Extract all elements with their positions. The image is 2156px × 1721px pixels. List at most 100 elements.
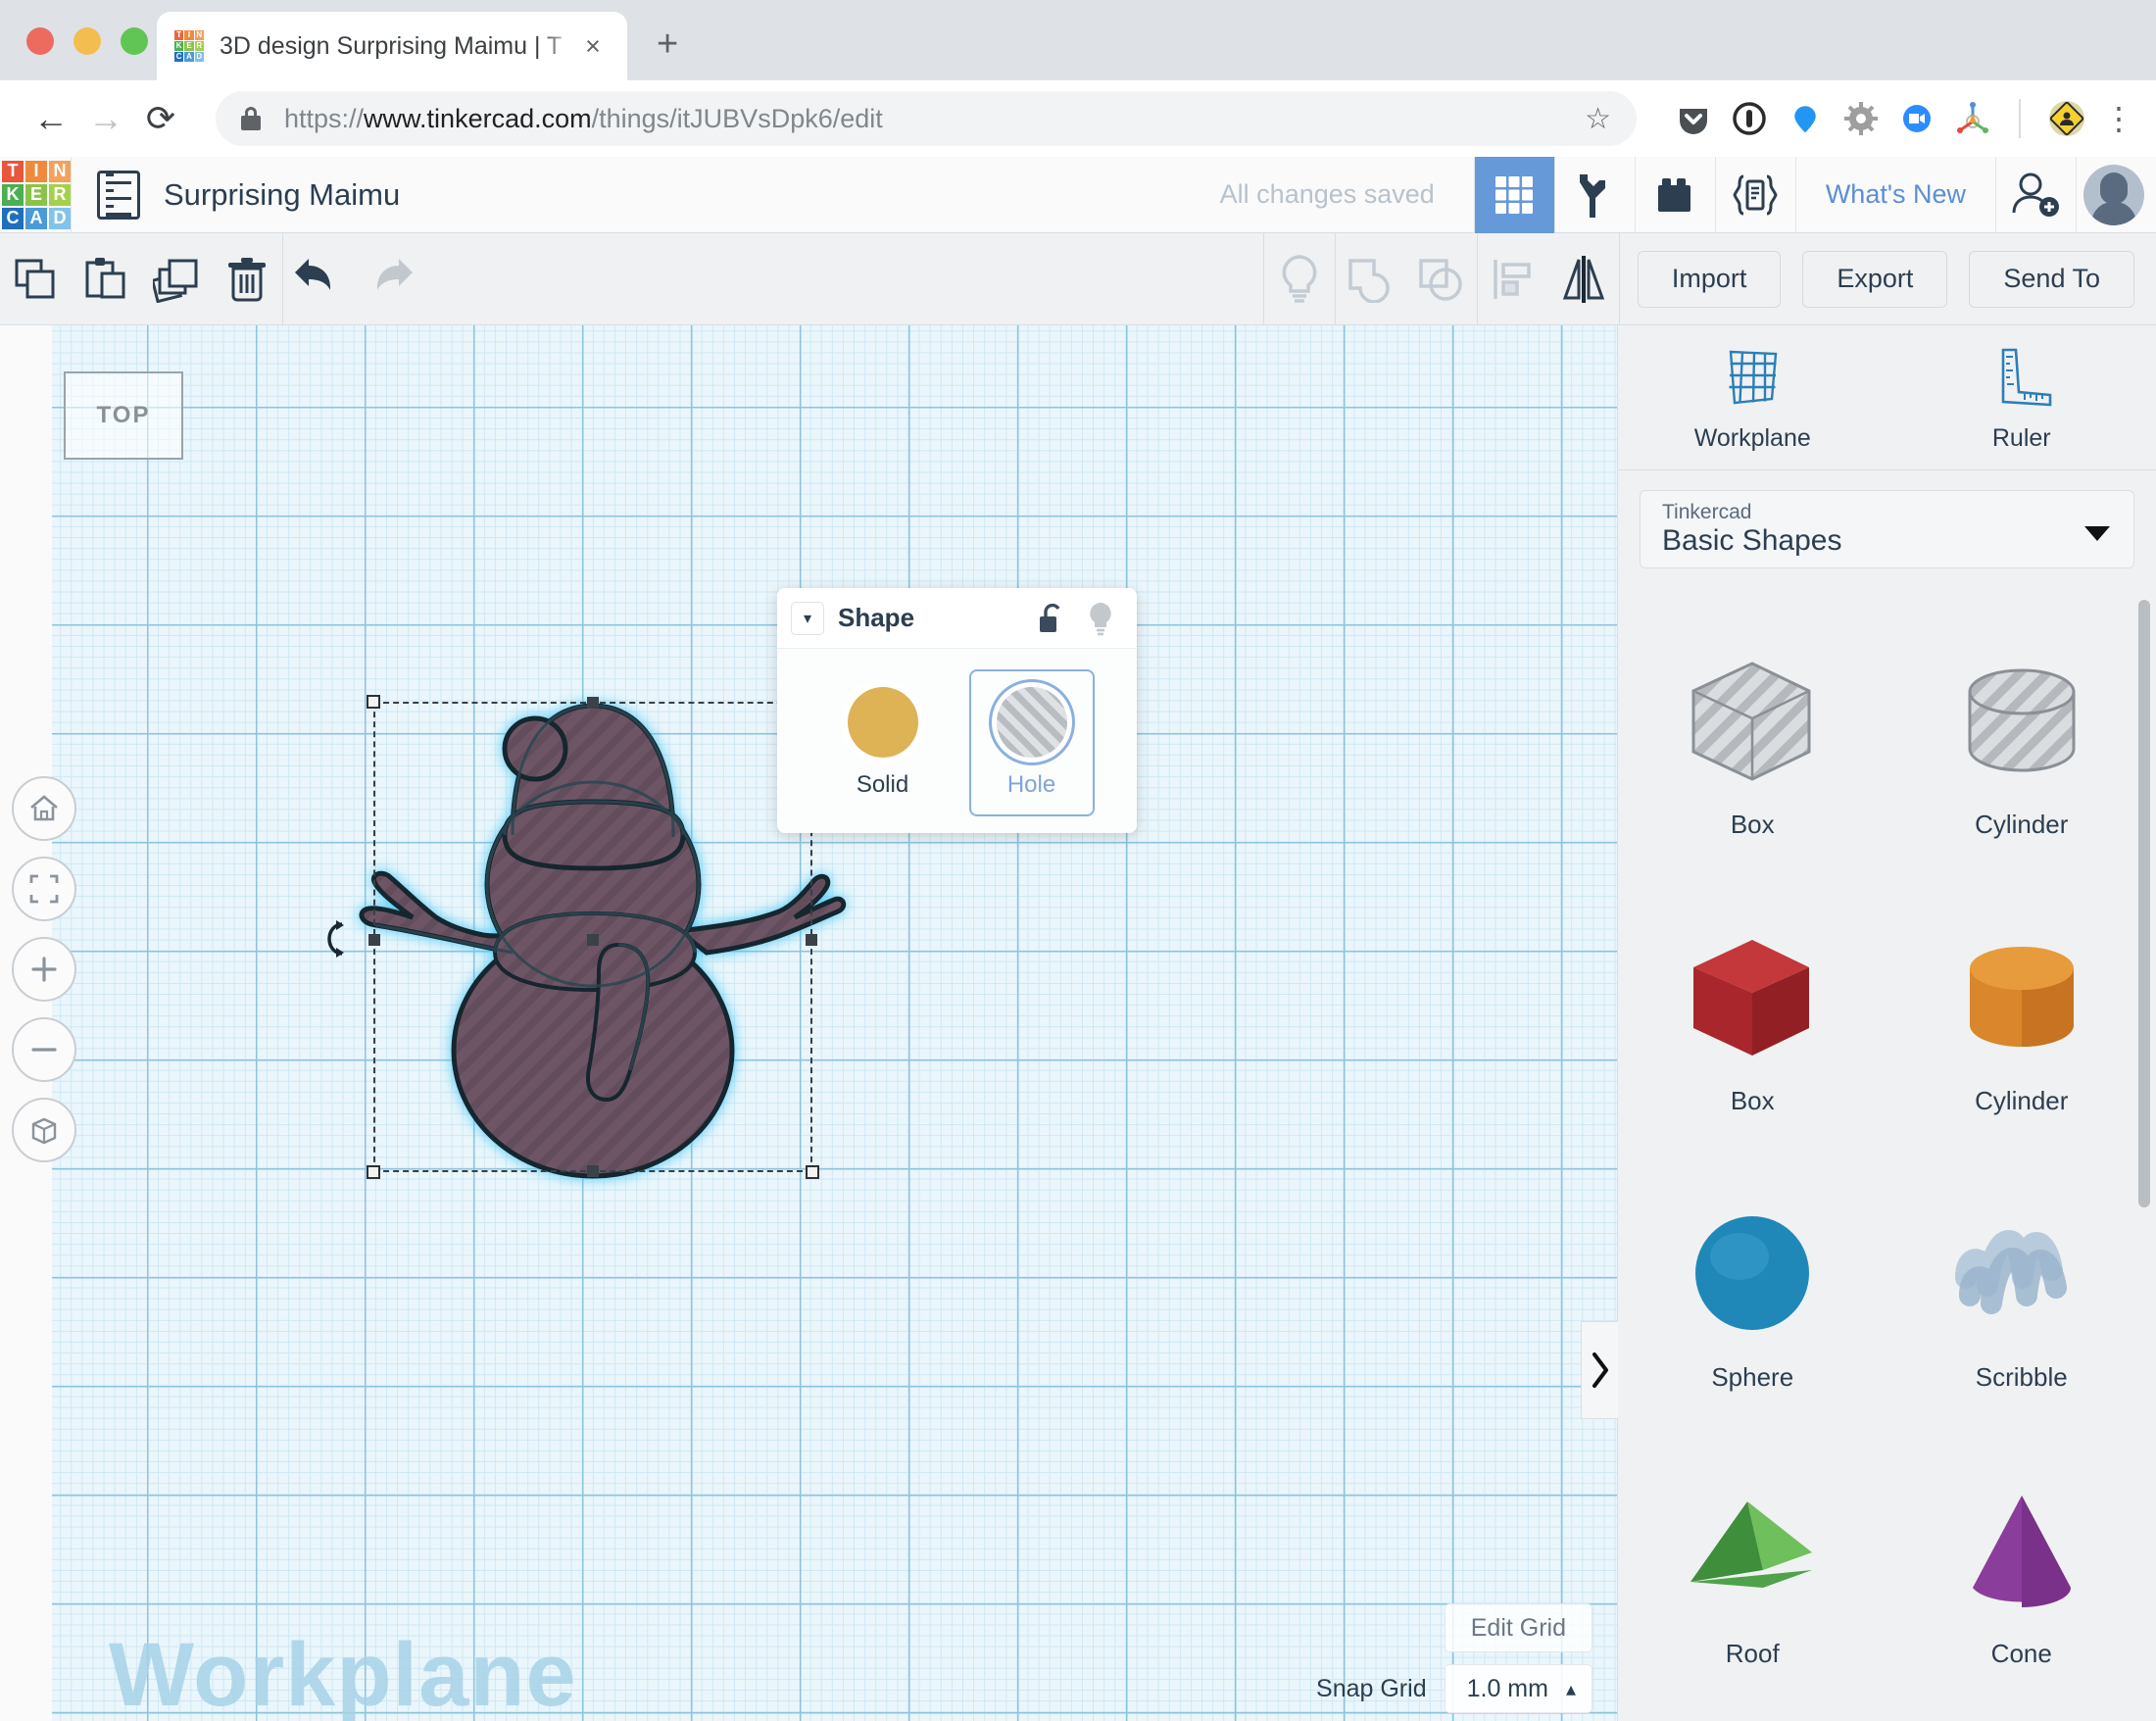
export-button[interactable]: Export — [1802, 251, 1947, 308]
minimize-window-button[interactable] — [74, 27, 101, 55]
header-divider — [71, 157, 72, 233]
shape-library-select[interactable]: Tinkercad Basic Shapes — [1640, 490, 2134, 568]
redo-button[interactable] — [354, 233, 424, 325]
shape-option-solid[interactable]: Solid — [820, 669, 946, 816]
logo-cell: N — [49, 161, 71, 182]
resize-handle-n[interactable] — [587, 697, 599, 709]
resize-handle-w[interactable] — [368, 934, 380, 946]
autodesk-axis-icon[interactable] — [1953, 99, 1992, 138]
resize-handle-sw[interactable] — [367, 1165, 380, 1179]
bricks-button[interactable] — [1635, 157, 1715, 233]
library-name: Basic Shapes — [1662, 524, 2112, 558]
edit-grid-button[interactable]: Edit Grid — [1445, 1603, 1592, 1652]
ungroup-button[interactable] — [1406, 233, 1477, 325]
diamond-icon[interactable] — [1786, 99, 1825, 138]
design-canvas[interactable]: TOP Workplane — [52, 325, 1617, 1721]
bookmark-star-icon[interactable]: ☆ — [1585, 102, 1611, 136]
lightbulb-icon[interactable] — [1086, 601, 1115, 636]
pocket-icon[interactable] — [1674, 99, 1713, 138]
shape-option-hole[interactable]: Hole — [969, 669, 1095, 816]
favicon-cell: D — [195, 52, 204, 62]
box-icon — [1669, 913, 1836, 1080]
window-traffic-lights[interactable] — [26, 27, 148, 55]
sidebar-scrollbar[interactable] — [2138, 600, 2150, 1207]
copy-button[interactable] — [0, 233, 71, 325]
plus-icon — [26, 952, 62, 987]
logo-cell: K — [2, 184, 24, 206]
reload-button[interactable]: ⟳ — [133, 91, 188, 146]
workplane-grid-icon — [1715, 342, 1789, 413]
favicon-cell: E — [184, 41, 193, 51]
resize-handle-s[interactable] — [587, 1165, 599, 1177]
rotate-handle[interactable] — [320, 918, 354, 959]
zoom-icon[interactable] — [1897, 99, 1936, 138]
collapse-sidebar-button[interactable] — [1581, 1321, 1618, 1419]
invite-button[interactable] — [1995, 157, 2076, 233]
shape-item-box-hole[interactable]: Box — [1618, 600, 1887, 876]
grid-view-button[interactable] — [1474, 157, 1554, 233]
hazard-badge-icon[interactable] — [2047, 99, 2086, 138]
light-button[interactable] — [1264, 233, 1335, 325]
unlocked-padlock-icon[interactable] — [1037, 602, 1066, 635]
resize-handle-se[interactable] — [806, 1165, 819, 1179]
tinkercad-logo[interactable]: T I N K E R C A D — [2, 161, 71, 229]
list-document-icon[interactable] — [97, 171, 140, 220]
move-handle-center[interactable] — [587, 934, 599, 946]
grid-icon — [1492, 172, 1537, 218]
shape-label: Box — [1731, 1086, 1775, 1116]
selection-bounding-box[interactable] — [373, 702, 812, 1172]
forward-button[interactable]: → — [78, 91, 133, 146]
snowman-hole-shape[interactable] — [52, 325, 1617, 1721]
browser-tab[interactable]: T I N K E R C A D 3D design Surprising M… — [157, 12, 627, 80]
resize-handle-nw[interactable] — [367, 695, 380, 709]
mirror-button[interactable] — [1548, 233, 1619, 325]
library-owner: Tinkercad — [1662, 501, 2112, 524]
shape-item-cone[interactable]: Cone — [1887, 1429, 2156, 1705]
send-to-button[interactable]: Send To — [1969, 251, 2134, 308]
shape-library-grid[interactable]: Box Cylinder — [1618, 588, 2156, 1721]
shape-item-box-red[interactable]: Box — [1618, 876, 1887, 1153]
back-button[interactable]: ← — [24, 91, 78, 146]
whats-new-link[interactable]: What's New — [1795, 157, 1995, 233]
align-button[interactable] — [1478, 233, 1548, 325]
shape-item-cylinder-hole[interactable]: Cylinder — [1887, 600, 2156, 876]
shape-panel-header: ▾ Shape — [777, 588, 1137, 649]
zoom-in-button[interactable] — [12, 937, 76, 1002]
paste-icon — [82, 256, 129, 303]
fit-to-view-button[interactable] — [12, 857, 76, 921]
shape-item-sphere[interactable]: Sphere — [1618, 1153, 1887, 1429]
sidebar-item-workplane[interactable]: Workplane — [1618, 325, 1887, 469]
delete-button[interactable] — [212, 233, 282, 325]
undo-button[interactable] — [283, 233, 354, 325]
code-brackets-icon — [1730, 172, 1781, 218]
new-tab-button[interactable]: + — [657, 25, 678, 63]
browser-menu-button[interactable]: ⋮ — [2103, 114, 2132, 124]
url-text: https://www.tinkercad.com/things/itJUBVs… — [284, 104, 883, 134]
user-account-button[interactable] — [2076, 157, 2156, 233]
1password-icon[interactable] — [1730, 99, 1769, 138]
zoom-out-button[interactable] — [12, 1017, 76, 1082]
browser-toolbar: ← → ⟳ https://www.tinkercad.com/things/i… — [0, 80, 2156, 157]
code-button[interactable] — [1715, 157, 1795, 233]
close-window-button[interactable] — [26, 27, 54, 55]
import-button[interactable]: Import — [1638, 251, 1782, 308]
shape-item-cylinder-orange[interactable]: Cylinder — [1887, 876, 2156, 1153]
duplicate-button[interactable] — [141, 233, 212, 325]
paste-button[interactable] — [71, 233, 141, 325]
collapse-panel-button[interactable]: ▾ — [791, 602, 824, 635]
group-button[interactable] — [1336, 233, 1406, 325]
maximize-window-button[interactable] — [121, 27, 148, 55]
browser-chrome: T I N K E R C A D 3D design Surprising M… — [0, 0, 2156, 157]
shape-item-scribble[interactable]: Scribble — [1887, 1153, 2156, 1429]
toolbar-divider — [1619, 233, 1620, 325]
shape-item-roof[interactable]: Roof — [1618, 1429, 1887, 1705]
address-bar[interactable]: https://www.tinkercad.com/things/itJUBVs… — [216, 91, 1637, 146]
gear-icon[interactable] — [1841, 99, 1881, 138]
codeblocks-button[interactable] — [1554, 157, 1635, 233]
sidebar-item-ruler[interactable]: Ruler — [1887, 325, 2156, 469]
close-tab-button[interactable]: × — [576, 31, 610, 62]
snap-grid-select[interactable]: 1.0 mm ▴ — [1445, 1664, 1592, 1713]
home-view-button[interactable] — [12, 776, 76, 841]
resize-handle-e[interactable] — [806, 934, 817, 946]
ortho-perspective-button[interactable] — [12, 1098, 76, 1162]
